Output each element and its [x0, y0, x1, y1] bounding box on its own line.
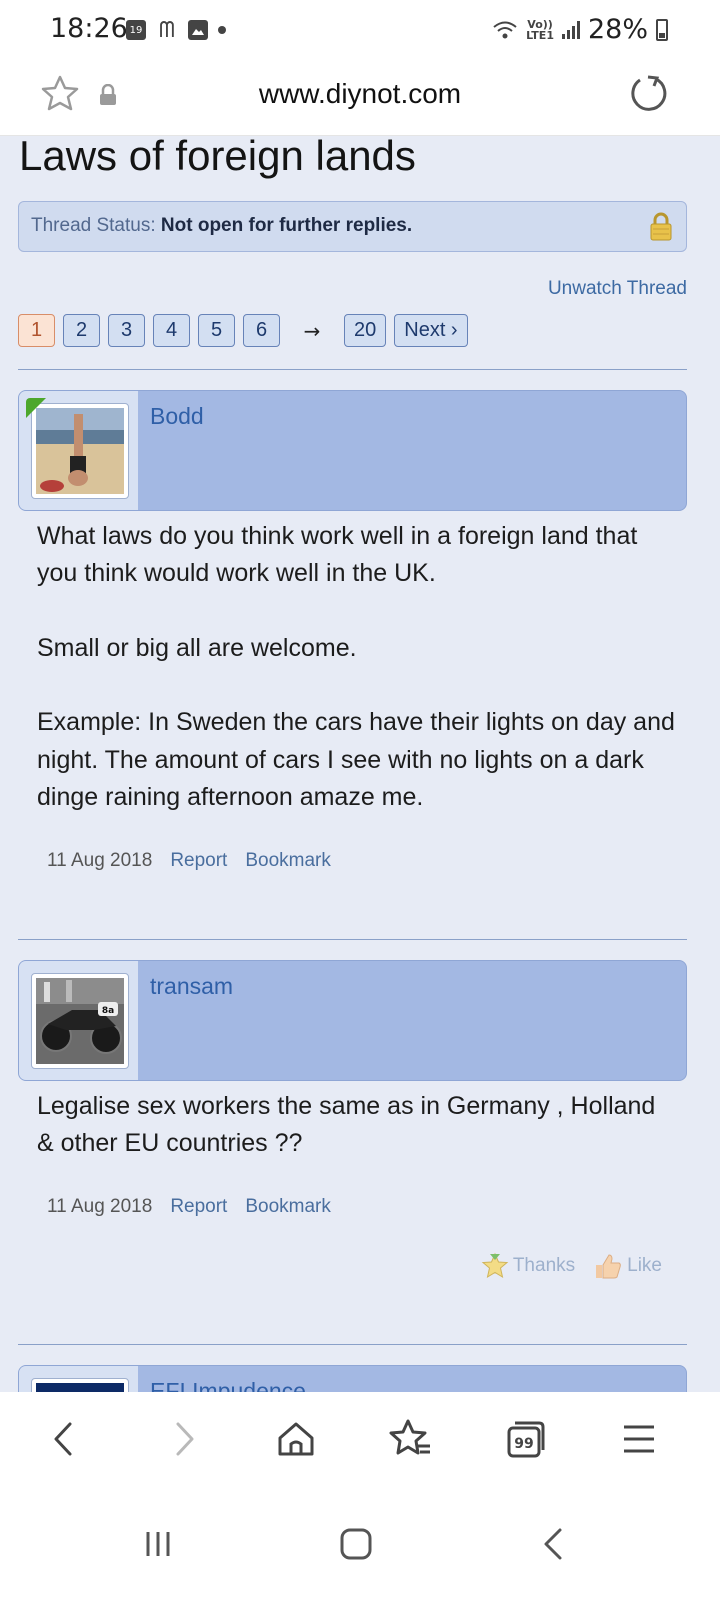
report-link[interactable]: Report: [170, 850, 227, 872]
reactions: Thanks Like: [481, 1252, 662, 1280]
forward-icon[interactable]: [160, 1416, 206, 1462]
avatar-panel: [19, 1366, 138, 1392]
notification-icons: 19 ᗰ: [126, 17, 226, 43]
post-paragraph: Small or big all are welcome.: [37, 633, 357, 662]
avatar-motorbike-image: 8a: [36, 978, 124, 1064]
page-link-current[interactable]: 1: [18, 314, 55, 347]
divider: [18, 369, 687, 370]
username[interactable]: transam: [150, 973, 233, 1000]
page-link[interactable]: 2: [63, 314, 100, 347]
post-body: Legalise sex workers the same as in Germ…: [37, 1088, 677, 1163]
post-header: EFI Impudence: [18, 1365, 687, 1392]
post-paragraph: Legalise sex workers the same as in Germ…: [37, 1092, 656, 1158]
post-body: What laws do you think work well in a fo…: [37, 518, 677, 816]
page-title: Laws of foreign lands: [19, 136, 416, 179]
calendar-icon: 19: [126, 20, 146, 40]
tabs-count: 99: [514, 1436, 533, 1452]
divider: [18, 939, 687, 940]
status-time: 18:26: [50, 13, 128, 44]
menu-icon[interactable]: [616, 1416, 662, 1462]
signal-icon: [561, 20, 580, 39]
username[interactable]: EFI Impudence: [150, 1378, 306, 1392]
avatar[interactable]: 8a: [31, 973, 129, 1069]
url-field[interactable]: www.diynot.com: [0, 78, 720, 110]
page-navigation: 1 2 3 4 5 6 → 20 Next ›: [18, 314, 468, 347]
address-bar: www.diynot.com: [0, 62, 720, 136]
battery-percent: 28%: [587, 14, 648, 45]
battery-icon: [656, 18, 668, 41]
like-button[interactable]: Like: [593, 1252, 662, 1280]
bookmark-link[interactable]: Bookmark: [245, 1196, 331, 1218]
post-paragraph: Example: In Sweden the cars have their l…: [37, 708, 675, 812]
thanks-star-icon: [481, 1252, 509, 1279]
page-link[interactable]: 6: [243, 314, 280, 347]
thread-status-text: Thread Status: Not open for further repl…: [31, 215, 412, 237]
post-paragraph: What laws do you think work well in a fo…: [37, 522, 638, 588]
avatar-panel: [19, 391, 138, 510]
thanks-label: Thanks: [512, 1255, 576, 1276]
back-nav-icon[interactable]: [534, 1524, 574, 1564]
home-nav-icon[interactable]: [336, 1524, 376, 1564]
avatar[interactable]: [31, 1378, 129, 1392]
report-link[interactable]: Report: [170, 1196, 227, 1218]
svg-text:8a: 8a: [102, 1006, 114, 1016]
web-page: Laws of foreign lands Thread Status: Not…: [0, 136, 720, 1392]
like-label: Like: [627, 1255, 662, 1276]
divider: [18, 1344, 687, 1345]
post-header: 8a transam: [18, 960, 687, 1081]
post-date[interactable]: 11 Aug 2018: [47, 850, 152, 872]
network-label: Vo)) LTE1: [526, 17, 554, 42]
online-indicator: [26, 398, 46, 418]
status-right: Vo)) LTE1 28%: [492, 14, 668, 45]
bookmarks-icon[interactable]: [388, 1416, 434, 1462]
status-bar: 18:26 19 ᗰ Vo)) LTE1 28%: [0, 0, 720, 62]
avatar-panel: 8a: [19, 961, 138, 1080]
back-icon[interactable]: [42, 1416, 88, 1462]
post-meta: 11 Aug 2018 Report Bookmark: [47, 1196, 331, 1218]
avatar-beach-image: [36, 408, 124, 494]
thread-status-label: Thread Status:: [31, 215, 156, 236]
bookmark-link[interactable]: Bookmark: [245, 850, 331, 872]
mcdonalds-icon: ᗰ: [159, 17, 175, 43]
thanks-button[interactable]: Thanks: [481, 1252, 575, 1280]
gallery-icon: [188, 20, 208, 40]
wifi-icon: [493, 21, 517, 38]
thread-status-value: Not open for further replies.: [160, 215, 413, 236]
username[interactable]: Bodd: [150, 403, 204, 430]
padlock-icon: [650, 212, 672, 241]
page-link-last[interactable]: 20: [344, 314, 387, 347]
home-icon[interactable]: [273, 1416, 319, 1462]
avatar-image: [36, 1383, 124, 1392]
thumbs-up-icon: [596, 1254, 621, 1279]
more-notifications-icon: [218, 26, 226, 34]
post-header: Bodd: [18, 390, 687, 511]
reload-icon[interactable]: [626, 72, 670, 116]
next-page-button[interactable]: Next ›: [394, 314, 468, 347]
thread-status-banner: Thread Status: Not open for further repl…: [18, 201, 687, 252]
tabs-icon: 99: [507, 1421, 545, 1458]
page-link[interactable]: 3: [108, 314, 145, 347]
page-jump-arrow[interactable]: →: [288, 319, 336, 343]
browser-toolbar: 99: [0, 1392, 720, 1486]
recents-icon[interactable]: [138, 1524, 178, 1564]
post-date[interactable]: 11 Aug 2018: [47, 1196, 152, 1218]
unwatch-thread-link[interactable]: Unwatch Thread: [548, 278, 687, 300]
page-link[interactable]: 4: [153, 314, 190, 347]
post-meta: 11 Aug 2018 Report Bookmark: [47, 850, 331, 872]
tabs-button[interactable]: 99: [503, 1416, 549, 1462]
system-navigation-bar: [0, 1486, 720, 1600]
page-link[interactable]: 5: [198, 314, 235, 347]
